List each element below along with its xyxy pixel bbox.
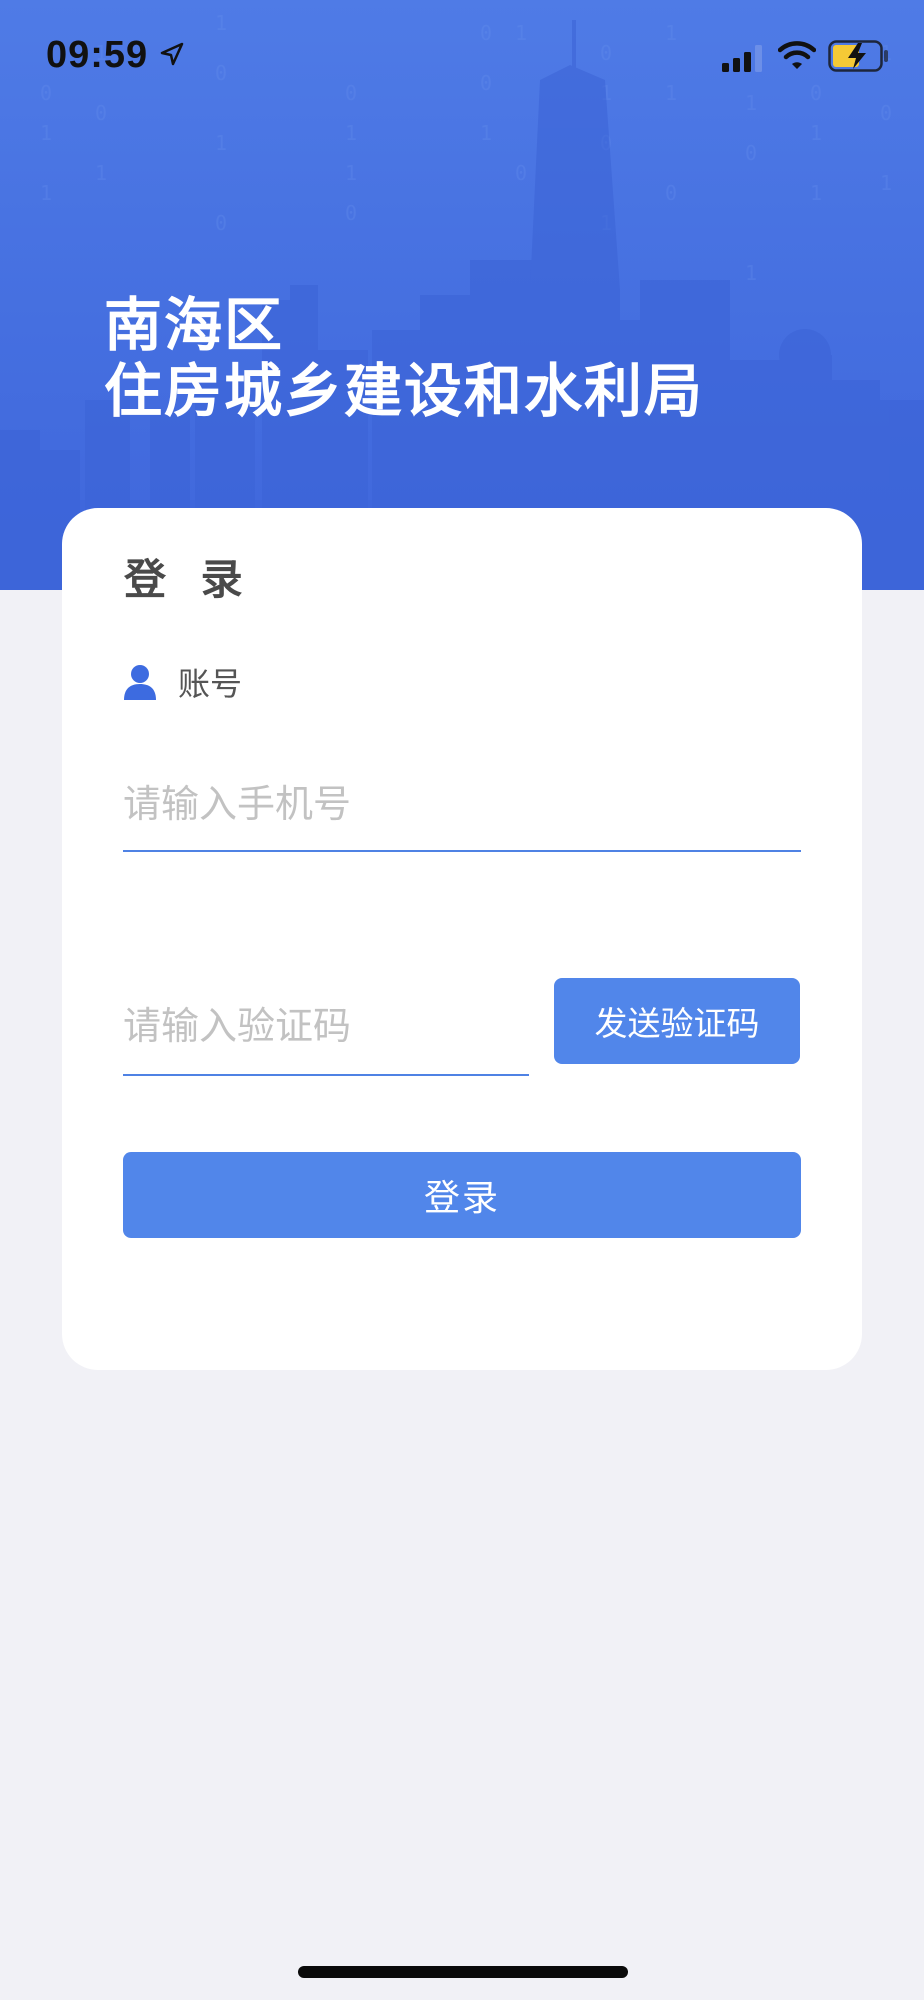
location-arrow-icon bbox=[160, 42, 184, 66]
svg-text:0: 0 bbox=[665, 181, 677, 205]
svg-text:1: 1 bbox=[345, 161, 357, 185]
svg-text:1: 1 bbox=[40, 181, 52, 205]
cellular-signal-icon bbox=[722, 45, 762, 72]
svg-text:0: 0 bbox=[515, 161, 527, 185]
svg-text:1: 1 bbox=[480, 121, 492, 145]
agency-title: 南海区 住房城乡建设和水利局 bbox=[104, 292, 704, 424]
status-bar: 09:59 bbox=[0, 0, 924, 110]
agency-title-bureau: 住房城乡建设和水利局 bbox=[104, 357, 705, 425]
phone-input[interactable] bbox=[123, 758, 801, 852]
svg-text:1: 1 bbox=[215, 131, 227, 155]
agency-title-district: 南海区 bbox=[104, 291, 285, 359]
svg-text:1: 1 bbox=[810, 181, 822, 205]
login-card-title: 登 录 bbox=[124, 555, 253, 604]
login-button[interactable]: 登录 bbox=[123, 1152, 801, 1238]
svg-text:0: 0 bbox=[215, 211, 227, 235]
send-code-button[interactable]: 发送验证码 bbox=[554, 978, 800, 1064]
login-card: 登 录 账号 发送验证码 登录 bbox=[62, 508, 862, 1370]
home-indicator[interactable] bbox=[298, 1966, 628, 1978]
svg-text:1: 1 bbox=[345, 121, 357, 145]
status-time: 09:59 bbox=[46, 34, 149, 76]
wifi-icon bbox=[778, 41, 816, 69]
svg-text:1: 1 bbox=[880, 171, 892, 195]
account-label: 账号 bbox=[178, 665, 243, 703]
svg-text:1: 1 bbox=[40, 121, 52, 145]
battery-charging-icon bbox=[828, 40, 888, 72]
svg-text:1: 1 bbox=[95, 161, 107, 185]
svg-text:1: 1 bbox=[745, 261, 757, 285]
user-icon bbox=[124, 665, 156, 700]
svg-text:0: 0 bbox=[345, 201, 357, 225]
verification-code-input[interactable] bbox=[123, 978, 529, 1076]
account-label-row: 账号 bbox=[124, 660, 242, 704]
svg-text:0: 0 bbox=[745, 141, 757, 165]
svg-text:1: 1 bbox=[810, 121, 822, 145]
